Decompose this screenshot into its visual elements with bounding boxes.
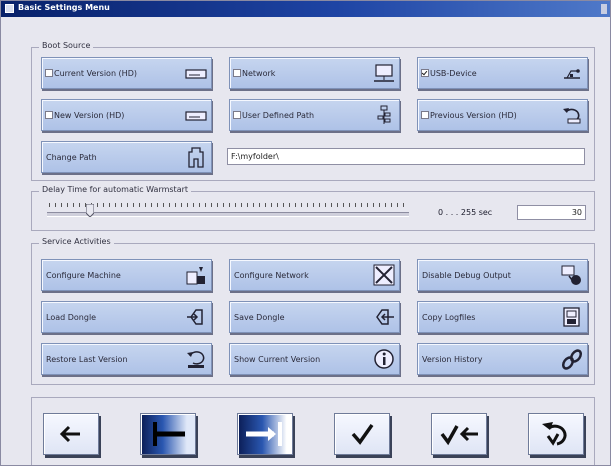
load-dongle-button[interactable]: Load Dongle bbox=[41, 301, 212, 333]
nav-group bbox=[31, 397, 595, 465]
version-history-label: Version History bbox=[422, 355, 483, 364]
current-version-label: Current Version (HD) bbox=[54, 69, 137, 78]
show-current-version-label: Show Current Version bbox=[234, 355, 321, 364]
load-dongle-icon bbox=[187, 309, 203, 325]
basic-settings-window: Basic Settings Menu Boot Source Current … bbox=[0, 0, 611, 466]
load-dongle-label: Load Dongle bbox=[46, 313, 97, 322]
path-input[interactable] bbox=[227, 148, 585, 165]
usb-checkbox[interactable] bbox=[421, 69, 429, 77]
version-history-button[interactable]: Version History bbox=[417, 343, 588, 375]
user-path-checkbox[interactable] bbox=[233, 111, 241, 119]
hard-drive-icon bbox=[185, 111, 207, 121]
change-path-label: Change Path bbox=[46, 153, 97, 162]
configure-network-button[interactable]: Configure Network bbox=[229, 259, 400, 291]
network-checkbox[interactable] bbox=[233, 69, 241, 77]
show-current-version-button[interactable]: Show Current Version bbox=[229, 343, 400, 375]
delay-group bbox=[31, 191, 595, 231]
ok-button[interactable] bbox=[334, 413, 390, 455]
copy-logfiles-button[interactable]: Copy Logfiles bbox=[417, 301, 588, 333]
boot-network-option[interactable]: Network bbox=[229, 57, 400, 89]
service-label: Service Activities bbox=[39, 237, 114, 246]
save-dongle-label: Save Dongle bbox=[234, 313, 285, 322]
disable-debug-label: Disable Debug Output bbox=[422, 271, 511, 280]
user-path-label: User Defined Path bbox=[242, 111, 315, 120]
copy-logfiles-icon bbox=[563, 307, 580, 327]
arrow-to-end-icon bbox=[246, 422, 282, 446]
title-bar: Basic Settings Menu bbox=[1, 1, 610, 17]
arrow-left-icon bbox=[59, 425, 80, 443]
delay-label: Delay Time for automatic Warmstart bbox=[39, 185, 192, 194]
folder-tree-icon bbox=[377, 105, 391, 124]
slider-ticks bbox=[49, 203, 409, 207]
check-icon bbox=[351, 423, 374, 445]
undo-disk-icon bbox=[563, 108, 581, 124]
undo-button[interactable] bbox=[528, 413, 584, 455]
debug-output-icon bbox=[561, 265, 581, 285]
network-computer-icon bbox=[374, 64, 394, 82]
previous-version-label: Previous Version (HD) bbox=[430, 111, 517, 120]
usb-icon bbox=[564, 69, 580, 79]
restore-version-button[interactable]: Restore Last Version bbox=[41, 343, 212, 375]
back-button[interactable] bbox=[43, 413, 99, 455]
last-button[interactable] bbox=[237, 413, 293, 455]
boot-user-path-option[interactable]: User Defined Path bbox=[229, 99, 400, 131]
current-version-checkbox[interactable] bbox=[45, 69, 53, 77]
configure-machine-label: Configure Machine bbox=[46, 271, 121, 280]
change-path-button[interactable]: Change Path bbox=[41, 141, 212, 173]
window-app-icon bbox=[5, 4, 14, 13]
window-title: Basic Settings Menu bbox=[18, 3, 110, 12]
boot-current-version-option[interactable]: Current Version (HD) bbox=[41, 57, 212, 89]
disable-debug-button[interactable]: Disable Debug Output bbox=[417, 259, 588, 291]
undo-check-icon bbox=[542, 422, 567, 446]
save-dongle-icon bbox=[376, 309, 394, 325]
boot-new-version-option[interactable]: New Version (HD) bbox=[41, 99, 212, 131]
delay-slider-thumb[interactable] bbox=[85, 204, 94, 217]
save-dongle-button[interactable]: Save Dongle bbox=[229, 301, 400, 333]
restore-version-label: Restore Last Version bbox=[46, 355, 128, 364]
delay-range-label: 0 . . . 255 sec bbox=[438, 208, 493, 217]
delay-value-input[interactable] bbox=[517, 205, 586, 220]
window-control[interactable] bbox=[601, 4, 607, 14]
copy-logfiles-label: Copy Logfiles bbox=[422, 313, 476, 322]
new-version-checkbox[interactable] bbox=[45, 111, 53, 119]
hard-drive-icon bbox=[185, 69, 207, 79]
path-tower-icon bbox=[188, 147, 204, 168]
configure-network-icon bbox=[373, 264, 395, 286]
boot-previous-version-option[interactable]: Previous Version (HD) bbox=[417, 99, 588, 131]
info-icon bbox=[374, 349, 394, 369]
network-label: Network bbox=[242, 69, 276, 78]
chain-icon bbox=[561, 349, 583, 370]
configure-machine-button[interactable]: Configure Machine bbox=[41, 259, 212, 291]
previous-version-checkbox[interactable] bbox=[421, 111, 429, 119]
arrow-to-start-icon bbox=[153, 422, 185, 446]
configure-machine-icon bbox=[186, 267, 205, 285]
restore-version-icon bbox=[187, 351, 205, 368]
configure-network-label: Configure Network bbox=[234, 271, 309, 280]
first-button[interactable] bbox=[140, 413, 196, 455]
ok-back-button[interactable] bbox=[431, 413, 487, 455]
delay-slider-track[interactable] bbox=[47, 212, 409, 217]
check-back-icon bbox=[440, 425, 478, 446]
boot-source-label: Boot Source bbox=[39, 41, 94, 50]
usb-label: USB-Device bbox=[430, 69, 477, 78]
new-version-label: New Version (HD) bbox=[54, 111, 125, 120]
boot-usb-option[interactable]: USB-Device bbox=[417, 57, 588, 89]
